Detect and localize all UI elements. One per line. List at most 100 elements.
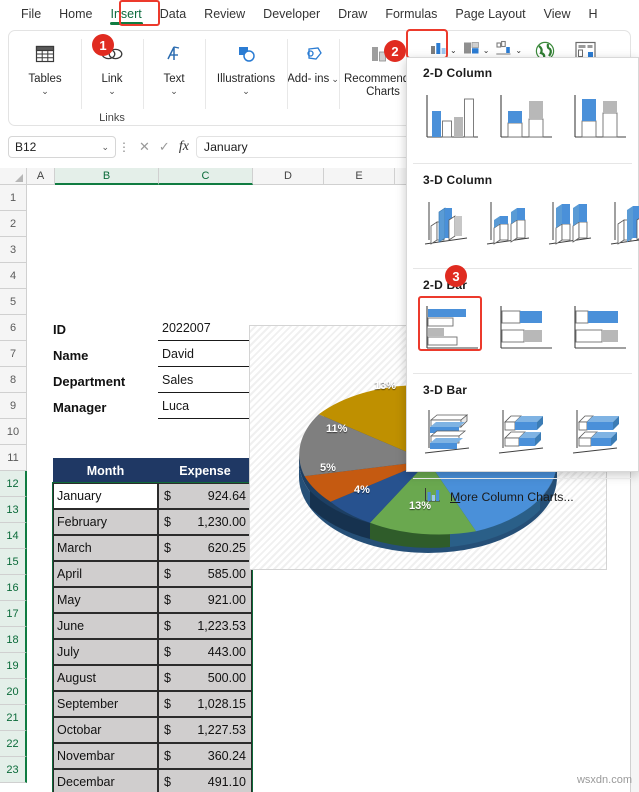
row-header-17[interactable]: 17 (0, 601, 27, 627)
table-row[interactable]: $ 1,223.53 (158, 613, 252, 639)
cell-b7-label[interactable]: Name (53, 343, 153, 367)
table-row[interactable]: $ 1,028.15 (158, 691, 252, 717)
chevron-down-icon[interactable]: ⌄ (170, 87, 178, 96)
gallery-item-stacked-bar[interactable] (491, 299, 561, 364)
row-header-3[interactable]: 3 (0, 237, 27, 263)
tab-draw[interactable]: Draw (329, 4, 376, 24)
row-header-10[interactable]: 10 (0, 419, 27, 445)
cell-c9-value[interactable]: Luca (158, 394, 252, 419)
table-row[interactable]: $ 491.10 (158, 769, 252, 792)
table-row[interactable]: $ 585.00 (158, 561, 252, 587)
enter-icon[interactable]: ✓ (159, 139, 170, 155)
table-row[interactable]: $ 500.00 (158, 665, 252, 691)
tab-review[interactable]: Review (195, 4, 254, 24)
table-row[interactable]: $ 921.00 (158, 587, 252, 613)
chevron-down-icon[interactable]: ⌄ (108, 87, 116, 96)
table-row[interactable]: September (53, 691, 158, 717)
row-header-7[interactable]: 7 (0, 341, 27, 367)
tab-help[interactable]: H (580, 4, 607, 24)
table-row[interactable]: $ 1,227.53 (158, 717, 252, 743)
row-header-21[interactable]: 21 (0, 705, 27, 731)
table-row[interactable]: Novembar (53, 743, 158, 769)
row-header-8[interactable]: 8 (0, 367, 27, 393)
tab-formulas[interactable]: Formulas (376, 4, 446, 24)
row-header-9[interactable]: 9 (0, 393, 27, 419)
chevron-down-icon[interactable]: ⌄ (242, 87, 250, 96)
row-header-23[interactable]: 23 (0, 757, 27, 783)
table-row[interactable]: April (53, 561, 158, 587)
group-illustrations[interactable]: Illustrations ⌄ (205, 31, 287, 127)
gallery-item-3d-column[interactable] (603, 194, 639, 259)
table-row[interactable]: Octobar (53, 717, 158, 743)
gallery-item-stacked-column[interactable] (491, 87, 561, 154)
table-row[interactable]: June (53, 613, 158, 639)
table-row[interactable]: $ 620.25 (158, 535, 252, 561)
group-tables[interactable]: Tables ⌄ (9, 31, 81, 127)
cell-b6-label[interactable]: ID (53, 317, 153, 341)
table-row[interactable]: $ 443.00 (158, 639, 252, 665)
select-all-corner[interactable] (0, 168, 27, 185)
table-header-expense[interactable]: Expense (158, 458, 252, 483)
gallery-item-100-stacked-bar[interactable] (565, 299, 635, 364)
table-row[interactable]: Decembar (53, 769, 158, 792)
table-row[interactable]: $ 924.64 (158, 483, 252, 509)
column-header-d[interactable]: D (253, 168, 324, 185)
gallery-item-3d-clustered-column[interactable] (417, 194, 478, 259)
table-row[interactable]: February (53, 509, 158, 535)
row-header-11[interactable]: 11 (0, 445, 27, 471)
row-header-4[interactable]: 4 (0, 263, 27, 289)
gallery-item-clustered-column[interactable] (417, 87, 487, 154)
gallery-item-3d-stacked-column[interactable] (479, 194, 540, 259)
name-box[interactable]: B12 ⌄ (8, 136, 116, 158)
cell-c8-value[interactable]: Sales (158, 368, 252, 393)
row-header-1[interactable]: 1 (0, 185, 27, 211)
table-row[interactable]: May (53, 587, 158, 613)
row-header-12[interactable]: 12 (0, 471, 27, 497)
row-header-22[interactable]: 22 (0, 731, 27, 757)
gallery-item-3d-clustered-bar[interactable] (417, 404, 487, 469)
row-header-16[interactable]: 16 (0, 575, 27, 601)
row-header-5[interactable]: 5 (0, 289, 27, 315)
tab-home[interactable]: Home (50, 4, 101, 24)
tab-developer[interactable]: Developer (254, 4, 329, 24)
row-header-6[interactable]: 6 (0, 315, 27, 341)
more-column-charts-item[interactable]: More Column Charts... (407, 480, 638, 513)
row-header-2[interactable]: 2 (0, 211, 27, 237)
cell-b8-label[interactable]: Department (53, 369, 153, 393)
gallery-item-3d-stacked-bar[interactable] (491, 404, 561, 469)
chevron-down-icon[interactable]: ⌄ (41, 87, 49, 96)
insert-function-icon[interactable]: fx (179, 139, 189, 155)
row-header-18[interactable]: 18 (0, 627, 27, 653)
column-header-b[interactable]: B (55, 168, 159, 185)
cancel-icon[interactable]: ✕ (139, 139, 150, 155)
gallery-item-3d-100-stacked-column[interactable] (541, 194, 602, 259)
formula-bar-grip[interactable]: ⋮ (116, 140, 132, 154)
chevron-down-icon[interactable]: ⌄ (331, 74, 339, 84)
cell-c7-value[interactable]: David (158, 342, 252, 367)
table-row[interactable]: January (53, 483, 158, 509)
row-header-15[interactable]: 15 (0, 549, 27, 575)
table-row[interactable]: $ 360.24 (158, 743, 252, 769)
chevron-down-icon[interactable]: ⌄ (515, 46, 522, 55)
row-header-20[interactable]: 20 (0, 679, 27, 705)
group-text[interactable]: Text ⌄ (143, 31, 205, 127)
table-row[interactable]: March (53, 535, 158, 561)
chevron-down-icon[interactable]: ⌄ (483, 46, 490, 55)
column-header-e[interactable]: E (324, 168, 395, 185)
table-row[interactable]: $ 1,230.00 (158, 509, 252, 535)
chevron-down-icon[interactable]: ⌄ (101, 142, 109, 153)
row-header-14[interactable]: 14 (0, 523, 27, 549)
cell-c6-value[interactable]: 2022007 (158, 316, 252, 341)
row-header-13[interactable]: 13 (0, 497, 27, 523)
group-addins[interactable]: Add- ins ⌄ (287, 31, 339, 127)
table-row[interactable]: August (53, 665, 158, 691)
table-row[interactable]: July (53, 639, 158, 665)
chevron-down-icon[interactable]: ⌄ (450, 46, 457, 55)
column-header-c[interactable]: C (159, 168, 253, 185)
tab-view[interactable]: View (535, 4, 580, 24)
gallery-item-100-stacked-column[interactable] (565, 87, 635, 154)
tab-file[interactable]: File (12, 4, 50, 24)
row-header-19[interactable]: 19 (0, 653, 27, 679)
table-header-month[interactable]: Month (53, 458, 158, 483)
tab-page-layout[interactable]: Page Layout (446, 4, 534, 24)
